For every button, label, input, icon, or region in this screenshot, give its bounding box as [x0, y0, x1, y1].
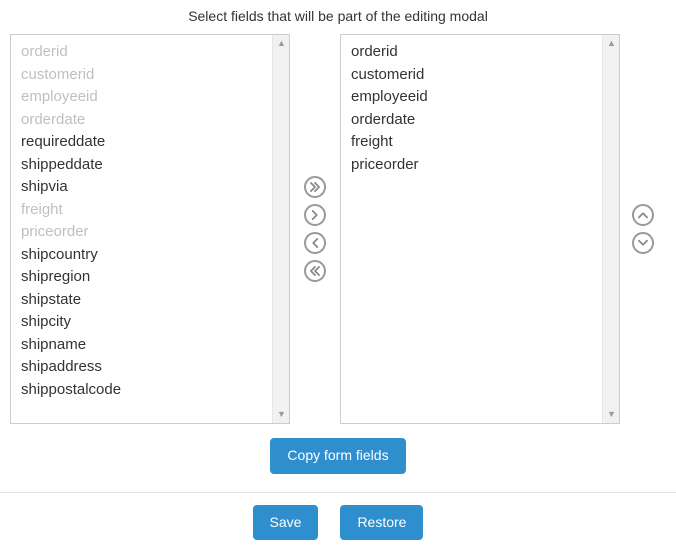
- available-field-item[interactable]: shipstate: [21, 289, 279, 312]
- dual-list-picker: orderidcustomeridemployeeidorderdaterequ…: [10, 34, 666, 424]
- available-fields-list[interactable]: orderidcustomeridemployeeidorderdaterequ…: [10, 34, 290, 424]
- available-field-item[interactable]: shipregion: [21, 266, 279, 289]
- transfer-controls: [300, 176, 330, 282]
- available-field-item[interactable]: shippostalcode: [21, 379, 279, 402]
- selected-field-item[interactable]: priceorder: [351, 154, 609, 177]
- copy-form-fields-button[interactable]: Copy form fields: [270, 438, 405, 474]
- available-field-item: orderid: [21, 41, 279, 64]
- selected-field-item[interactable]: freight: [351, 131, 609, 154]
- double-chevron-right-icon: [308, 180, 322, 194]
- available-field-item[interactable]: shipcity: [21, 311, 279, 334]
- selected-field-item[interactable]: customerid: [351, 64, 609, 87]
- remove-all-button[interactable]: [304, 260, 326, 282]
- available-field-item[interactable]: shipaddress: [21, 356, 279, 379]
- scrollbar[interactable]: ▲ ▼: [272, 35, 289, 423]
- chevron-right-icon: [308, 208, 322, 222]
- order-controls: [630, 204, 656, 254]
- available-field-item[interactable]: shippeddate: [21, 154, 279, 177]
- scroll-up-icon[interactable]: ▲: [603, 35, 620, 52]
- available-field-item[interactable]: shipcountry: [21, 244, 279, 267]
- chevron-left-icon: [308, 236, 322, 250]
- page-title: Select fields that will be part of the e…: [10, 8, 666, 24]
- move-up-button[interactable]: [632, 204, 654, 226]
- double-chevron-left-icon: [308, 264, 322, 278]
- available-field-item[interactable]: shipvia: [21, 176, 279, 199]
- add-all-button[interactable]: [304, 176, 326, 198]
- available-field-item: freight: [21, 199, 279, 222]
- remove-button[interactable]: [304, 232, 326, 254]
- available-field-item: priceorder: [21, 221, 279, 244]
- available-field-item: employeeid: [21, 86, 279, 109]
- selected-fields-list[interactable]: orderidcustomeridemployeeidorderdatefrei…: [340, 34, 620, 424]
- save-button[interactable]: Save: [253, 505, 319, 541]
- available-field-item: orderdate: [21, 109, 279, 132]
- available-field-item[interactable]: requireddate: [21, 131, 279, 154]
- divider: [0, 492, 676, 493]
- add-button[interactable]: [304, 204, 326, 226]
- chevron-up-icon: [636, 208, 650, 222]
- restore-button[interactable]: Restore: [340, 505, 423, 541]
- available-field-item: customerid: [21, 64, 279, 87]
- selected-field-item[interactable]: orderid: [351, 41, 609, 64]
- available-field-item[interactable]: shipname: [21, 334, 279, 357]
- scrollbar[interactable]: ▲ ▼: [602, 35, 619, 423]
- chevron-down-icon: [636, 236, 650, 250]
- selected-field-item[interactable]: employeeid: [351, 86, 609, 109]
- scroll-down-icon[interactable]: ▼: [273, 406, 290, 423]
- selected-field-item[interactable]: orderdate: [351, 109, 609, 132]
- scroll-up-icon[interactable]: ▲: [273, 35, 290, 52]
- move-down-button[interactable]: [632, 232, 654, 254]
- scroll-down-icon[interactable]: ▼: [603, 406, 620, 423]
